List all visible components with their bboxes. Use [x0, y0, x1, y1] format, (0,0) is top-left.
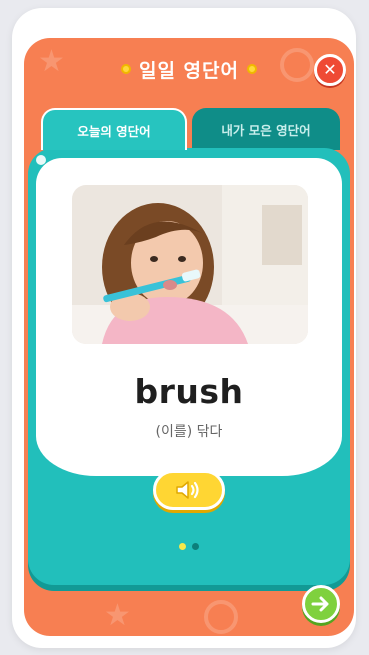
word-image	[72, 185, 308, 344]
close-button[interactable]: ✕	[314, 54, 346, 86]
page-title: 일일 영단어	[138, 59, 239, 82]
play-sound-button[interactable]	[153, 470, 225, 510]
page-dot[interactable]	[192, 543, 199, 550]
star-decoration: ★	[104, 598, 131, 633]
dot-icon	[120, 64, 131, 74]
app-screen: ★ ★ 일일 영단어 ✕ 내가 모은 영단어 오늘의 영단어 brush (이를…	[24, 38, 354, 636]
ring-decoration	[204, 600, 238, 634]
korean-meaning: (이를) 닦다	[155, 424, 223, 440]
arrow-right-icon	[311, 596, 329, 612]
header-title-row: 일일 영단어	[24, 54, 354, 84]
girl-brushing-teeth-image	[72, 185, 308, 344]
close-icon: ✕	[323, 60, 337, 79]
shine-decoration	[36, 155, 46, 165]
next-button[interactable]	[302, 585, 340, 623]
english-word: brush	[134, 372, 244, 411]
tab-my-words[interactable]: 내가 모은 영단어	[192, 108, 340, 150]
tab-today-words[interactable]: 오늘의 영단어	[41, 108, 187, 150]
page-indicator	[24, 543, 354, 550]
dot-icon	[247, 64, 257, 74]
speaker-icon	[176, 481, 199, 499]
page-dot-active[interactable]	[179, 543, 186, 550]
